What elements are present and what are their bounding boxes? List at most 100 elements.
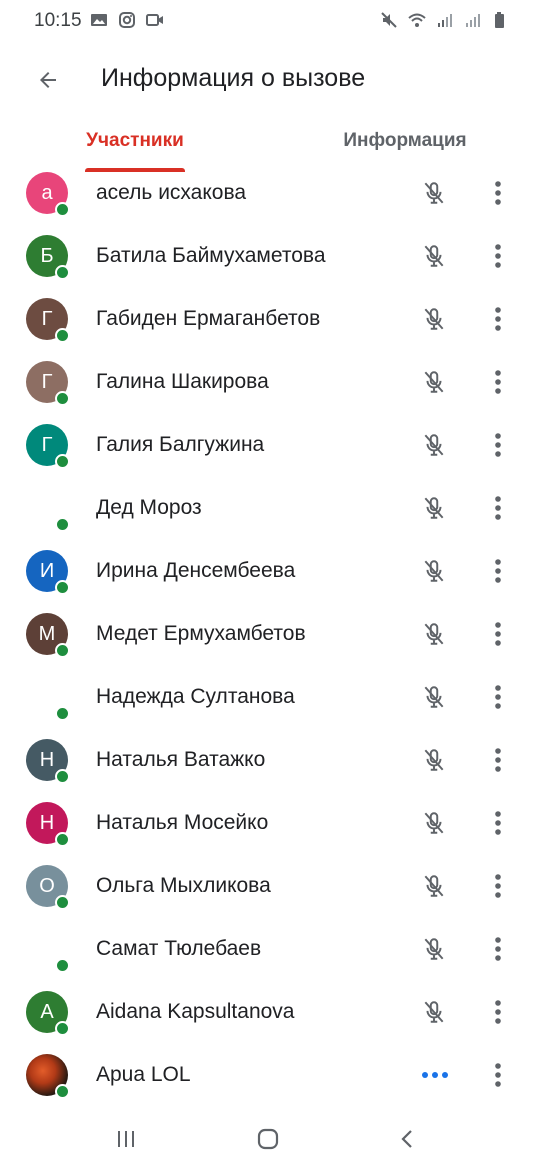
signal-icon xyxy=(466,14,480,27)
more-options-button[interactable] xyxy=(484,493,512,523)
status-time: 10:15 xyxy=(34,10,82,31)
page-title: Информация о вызове xyxy=(101,64,366,92)
participant-row[interactable]: Надежда Султанова xyxy=(0,666,540,729)
participant-name: Габиден Ермаганбетов xyxy=(96,307,321,330)
participant-name: Самат Тюлебаев xyxy=(96,937,262,960)
more-vert-icon xyxy=(495,433,501,457)
wifi-icon xyxy=(408,13,426,27)
more-vert-icon xyxy=(495,181,501,205)
participant-name: Галия Балгужина xyxy=(96,433,265,456)
presence-indicator xyxy=(55,391,70,406)
participant-list: а асель исхакова Б Батила Баймухаметова Г Габ… xyxy=(0,162,540,1102)
mute-icon xyxy=(381,12,397,28)
presence-indicator xyxy=(55,517,70,532)
more-options-button[interactable] xyxy=(484,241,512,271)
mic-off-icon xyxy=(419,871,449,901)
more-vert-icon xyxy=(495,874,501,898)
more-vert-icon xyxy=(495,685,501,709)
presence-indicator xyxy=(55,328,70,343)
more-options-button[interactable] xyxy=(484,871,512,901)
participant-name: Ольга Мыхликова xyxy=(96,874,271,897)
participant-row[interactable]: Дед Мороз xyxy=(0,477,540,540)
mic-off-icon xyxy=(419,367,449,397)
participant-name: Медет Ермухамбетов xyxy=(96,622,306,645)
more-vert-icon xyxy=(495,937,501,961)
nav-back-button[interactable] xyxy=(388,1122,428,1156)
participant-name: Aidana Kapsultanova xyxy=(96,1000,295,1023)
video-icon xyxy=(146,14,163,26)
mic-off-icon xyxy=(419,493,449,523)
mic-off-icon xyxy=(419,241,449,271)
status-bar: 10:15 xyxy=(0,0,540,40)
more-options-button[interactable] xyxy=(484,304,512,334)
participant-row[interactable]: Г Галия Балгужина xyxy=(0,414,540,477)
presence-indicator xyxy=(55,895,70,910)
more-options-button[interactable] xyxy=(484,619,512,649)
more-vert-icon xyxy=(495,748,501,772)
participant-name: Батила Баймухаметова xyxy=(96,244,326,267)
recent-apps-button[interactable] xyxy=(106,1122,146,1156)
presence-indicator xyxy=(55,580,70,595)
mic-off-icon xyxy=(419,430,449,460)
back-icon xyxy=(401,1130,412,1148)
participant-name: Галина Шакирова xyxy=(96,370,269,393)
back-button[interactable] xyxy=(28,60,68,100)
more-options-button[interactable] xyxy=(484,997,512,1027)
participant-name: Ирина Денсембеева xyxy=(96,559,296,582)
presence-indicator xyxy=(55,832,70,847)
more-options-button[interactable] xyxy=(484,367,512,397)
more-vert-icon xyxy=(495,307,501,331)
participant-row[interactable]: Г Галина Шакирова xyxy=(0,351,540,414)
participant-name: асель исхакова xyxy=(96,181,247,204)
mic-off-icon xyxy=(419,556,449,586)
more-vert-icon xyxy=(495,370,501,394)
presence-indicator xyxy=(55,202,70,217)
presence-indicator xyxy=(55,454,70,469)
presence-indicator xyxy=(55,958,70,973)
more-options-button[interactable] xyxy=(484,934,512,964)
more-vert-icon xyxy=(495,496,501,520)
participant-row[interactable]: A Aidana Kapsultanova xyxy=(0,981,540,1044)
more-vert-icon xyxy=(495,622,501,646)
presence-indicator xyxy=(55,1021,70,1036)
more-options-button[interactable] xyxy=(484,745,512,775)
presence-indicator xyxy=(55,706,70,721)
participant-name: Наталья Ватажко xyxy=(96,748,266,771)
presence-indicator xyxy=(55,265,70,280)
mic-off-icon xyxy=(419,745,449,775)
more-vert-icon xyxy=(495,1063,501,1087)
image-icon xyxy=(91,14,107,26)
mic-off-icon xyxy=(419,808,449,838)
more-options-button[interactable] xyxy=(484,682,512,712)
participant-row[interactable]: Г Габиден Ермаганбетов xyxy=(0,288,540,351)
participant-row[interactable]: О Ольга Мыхликова xyxy=(0,855,540,918)
mic-off-icon xyxy=(419,619,449,649)
participant-row[interactable]: Самат Тюлебаев xyxy=(0,918,540,981)
participant-row[interactable]: Н Наталья Ватажко xyxy=(0,729,540,792)
mic-off-icon xyxy=(419,934,449,964)
more-options-button[interactable] xyxy=(484,178,512,208)
battery-icon xyxy=(495,12,504,28)
participant-row[interactable]: а асель исхакова xyxy=(0,162,540,225)
signal-icon xyxy=(438,14,452,27)
more-options-button[interactable] xyxy=(484,430,512,460)
presence-indicator xyxy=(55,1084,70,1099)
home-button[interactable] xyxy=(248,1122,288,1156)
more-vert-icon xyxy=(495,811,501,835)
more-options-button[interactable] xyxy=(484,808,512,838)
participant-row[interactable]: И Ирина Денсембеева xyxy=(0,540,540,603)
participant-row[interactable]: Apua LOL xyxy=(0,1044,540,1102)
mic-off-icon xyxy=(419,304,449,334)
instagram-icon xyxy=(119,12,135,28)
home-icon xyxy=(257,1128,279,1150)
participant-name: Дед Мороз xyxy=(96,496,202,519)
more-options-button[interactable] xyxy=(484,556,512,586)
more-options-button[interactable] xyxy=(484,1060,512,1090)
app-header: Информация о вызове xyxy=(0,40,540,120)
participant-row[interactable]: М Медет Ермухамбетов xyxy=(0,603,540,666)
mic-off-icon xyxy=(419,682,449,712)
participant-row[interactable]: Н Наталья Мосейко xyxy=(0,792,540,855)
participant-name: Надежда Султанова xyxy=(96,685,295,708)
participant-row[interactable]: Б Батила Баймухаметова xyxy=(0,225,540,288)
mic-off-icon xyxy=(419,997,449,1027)
